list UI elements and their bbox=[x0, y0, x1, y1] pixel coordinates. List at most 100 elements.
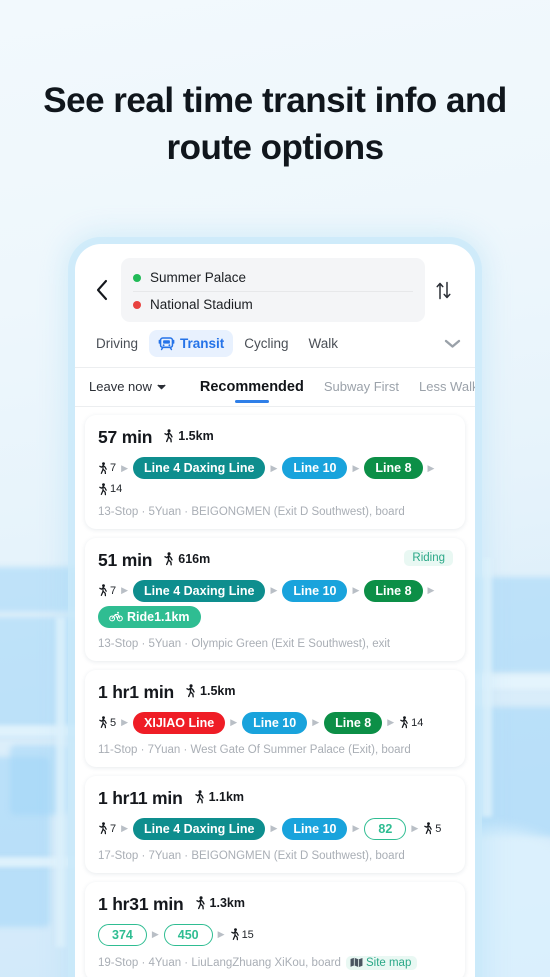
mode-label: Walk bbox=[308, 336, 339, 351]
route-meta-text: 11-Stop · 7Yuan · West Gate Of Summer Pa… bbox=[98, 743, 411, 756]
route-walk-distance: 1.5km bbox=[185, 684, 235, 698]
walk-leg: 7 bbox=[98, 822, 116, 835]
bicycle-icon bbox=[109, 611, 123, 622]
walk-distance-value: 1.5km bbox=[200, 683, 236, 698]
route-meta: 17-Stop · 7Yuan · BEIGONGMEN (Exit D Sou… bbox=[98, 850, 452, 862]
destination-field[interactable]: National Stadium bbox=[133, 291, 413, 314]
mode-tab-walk[interactable]: Walk bbox=[300, 331, 348, 356]
leg-arrow-icon: ▶ bbox=[121, 823, 129, 833]
walk-leg-minutes: 7 bbox=[110, 462, 117, 474]
walk-leg-minutes: 14 bbox=[411, 716, 424, 729]
walking-person-icon bbox=[195, 896, 205, 910]
walking-person-icon bbox=[99, 716, 107, 729]
site-map-label: Site map bbox=[365, 956, 412, 969]
walk-distance-value: 616m bbox=[178, 551, 211, 566]
line-leg-badge: Line 4 Daxing Line bbox=[133, 817, 266, 840]
route-meta-text: 17-Stop · 7Yuan · BEIGONGMEN (Exit D Sou… bbox=[98, 849, 405, 862]
destination-label: National Stadium bbox=[150, 297, 253, 312]
line-leg-badge: Line 10 bbox=[242, 711, 308, 734]
walking-person-icon bbox=[194, 790, 204, 804]
leg-arrow-icon: ▶ bbox=[121, 717, 129, 727]
origin-label: Summer Palace bbox=[150, 270, 247, 285]
leg-arrow-icon: ▶ bbox=[427, 462, 435, 473]
route-meta-text: 13-Stop · 5Yuan · BEIGONGMEN (Exit D Sou… bbox=[98, 505, 405, 518]
page-title: See real time transit info and route opt… bbox=[43, 81, 507, 167]
filter-tab-recommended[interactable]: Recommended bbox=[190, 379, 314, 406]
leave-now-dropdown[interactable]: Leave now bbox=[89, 379, 166, 405]
mode-label: Cycling bbox=[244, 336, 289, 351]
leg-arrow-icon: ▶ bbox=[270, 823, 278, 833]
route-list: 57 min 1.5km 7 ▶ Line 4 Daxing Line ▶ Line 10 ▶… bbox=[75, 407, 475, 977]
line-leg-badge: Line 4 Daxing Line bbox=[133, 579, 266, 602]
walking-person-icon bbox=[99, 462, 107, 475]
ride-leg-label: Ride1.1km bbox=[127, 609, 190, 624]
route-card[interactable]: 51 min 616m Riding 7 ▶ Line 4 Daxing Line ▶ Lin… bbox=[85, 537, 465, 661]
route-summary: 1 hr31 min 1.3km bbox=[98, 894, 452, 915]
walk-leg-minutes: 7 bbox=[110, 822, 117, 835]
chevron-down-icon bbox=[444, 339, 461, 348]
chevron-left-icon bbox=[96, 279, 108, 301]
walk-leg: 7 bbox=[98, 462, 116, 475]
walking-person-icon bbox=[99, 822, 107, 835]
walk-leg-minutes: 14 bbox=[110, 483, 123, 496]
mode-label: Driving bbox=[96, 336, 139, 351]
leg-arrow-icon: ▶ bbox=[427, 585, 435, 595]
route-walk-distance: 616m bbox=[163, 552, 210, 566]
walking-person-icon bbox=[400, 716, 408, 729]
walking-person-icon bbox=[186, 684, 195, 698]
route-walk-distance: 1.1km bbox=[194, 790, 244, 804]
route-meta-text: 19-Stop · 4Yuan · LiuLangZhuang XiKou, b… bbox=[98, 956, 341, 969]
filter-tab-subway-first[interactable]: Subway First bbox=[314, 379, 409, 405]
mode-label: Transit bbox=[180, 336, 225, 351]
map-icon bbox=[350, 957, 363, 968]
expand-modes-button[interactable] bbox=[444, 338, 465, 349]
chevron-down-icon bbox=[157, 384, 166, 389]
leg-arrow-icon: ▶ bbox=[121, 462, 129, 473]
route-summary: 57 min 1.5km bbox=[98, 427, 452, 448]
route-card[interactable]: 57 min 1.5km 7 ▶ Line 4 Daxing Line ▶ Line 10 ▶… bbox=[85, 415, 465, 529]
route-meta-text: 13-Stop · 5Yuan · Olympic Green (Exit E … bbox=[98, 637, 391, 650]
swap-button[interactable] bbox=[425, 280, 461, 301]
route-summary: 1 hr1 min 1.5km bbox=[98, 682, 452, 703]
route-summary: 51 min 616m bbox=[98, 550, 452, 571]
status-badge: Riding bbox=[404, 549, 453, 566]
origin-field[interactable]: Summer Palace bbox=[133, 266, 413, 289]
route-duration: 1 hr31 min bbox=[98, 893, 184, 914]
search-header: Summer Palace National Stadium bbox=[75, 244, 475, 326]
leg-arrow-icon: ▶ bbox=[411, 823, 419, 833]
walk-leg-minutes: 15 bbox=[241, 928, 254, 941]
route-summary: 1 hr11 min 1.1km bbox=[98, 788, 452, 809]
bus-leg-badge: 82 bbox=[364, 817, 407, 840]
mode-tab-cycling[interactable]: Cycling bbox=[235, 331, 297, 356]
route-meta: 13-Stop · 5Yuan · BEIGONGMEN (Exit D Sou… bbox=[98, 506, 452, 518]
walk-distance-value: 1.3km bbox=[209, 895, 245, 910]
bus-leg-badge: 374 bbox=[98, 923, 147, 946]
route-card[interactable]: 1 hr31 min 1.3km 374 ▶ 450 ▶ 15 19-Stop · 4Yuan… bbox=[85, 881, 465, 977]
line-leg-badge: Line 10 bbox=[282, 579, 348, 602]
destination-dot bbox=[133, 300, 141, 309]
walking-person-icon bbox=[164, 429, 173, 443]
route-legs: 7 ▶ Line 4 Daxing Line ▶ Line 10 ▶ Line 8 ▶ 14 bbox=[98, 457, 452, 496]
route-card[interactable]: 1 hr11 min 1.1km 7 ▶ Line 4 Daxing Line ▶ Line… bbox=[85, 775, 465, 873]
leg-arrow-icon: ▶ bbox=[352, 462, 360, 473]
route-walk-distance: 1.3km bbox=[195, 896, 245, 910]
walk-distance-value: 1.5km bbox=[178, 429, 214, 444]
mode-tab-driving[interactable]: Driving bbox=[87, 331, 147, 356]
phone-screen: Summer Palace National Stadium Driving T… bbox=[75, 244, 475, 977]
line-leg-badge: Line 8 bbox=[364, 579, 423, 602]
ride-leg-badge: Ride1.1km bbox=[98, 605, 201, 628]
filter-tab-less-walking[interactable]: Less Walking bbox=[409, 379, 475, 405]
walk-leg-minutes: 5 bbox=[435, 822, 442, 835]
mode-tab-transit[interactable]: Transit bbox=[149, 330, 234, 357]
filter-row: Leave now Recommended Subway First Less … bbox=[75, 368, 475, 407]
line-leg-badge: Line 10 bbox=[282, 457, 348, 479]
site-map-link[interactable]: Site map bbox=[345, 955, 418, 970]
walking-person-icon bbox=[164, 552, 173, 566]
route-fields[interactable]: Summer Palace National Stadium bbox=[121, 258, 425, 322]
walk-leg: 7 bbox=[98, 584, 116, 597]
walk-leg-minutes: 7 bbox=[110, 584, 117, 597]
walking-person-icon bbox=[99, 483, 107, 496]
back-button[interactable] bbox=[85, 273, 119, 307]
route-card[interactable]: 1 hr1 min 1.5km 5 ▶ XIJIAO Line ▶ Line 10 ▶ Line… bbox=[85, 669, 465, 767]
leg-arrow-icon: ▶ bbox=[151, 929, 159, 939]
